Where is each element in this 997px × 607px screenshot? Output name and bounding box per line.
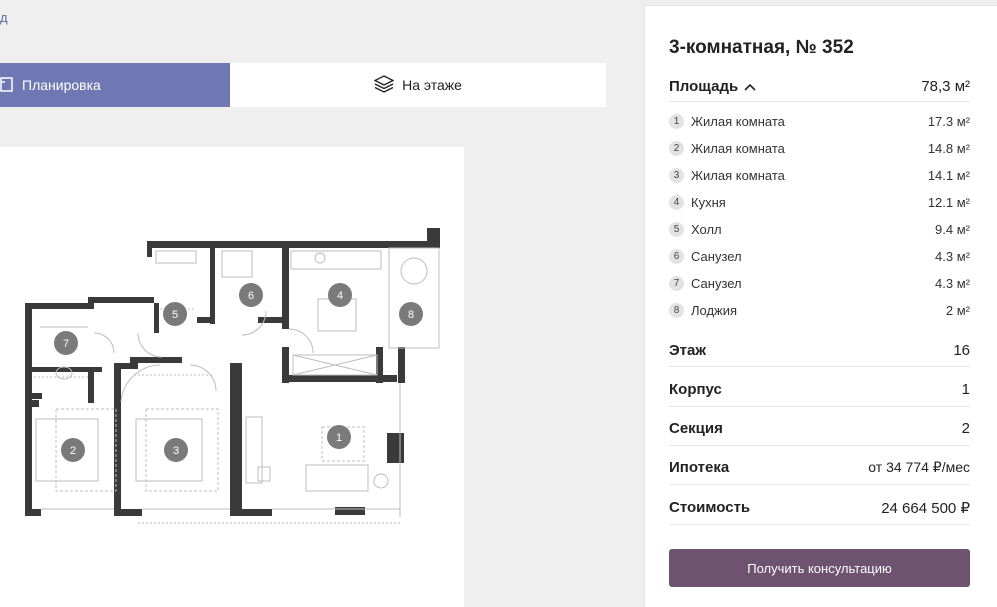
- room-item: 3 Жилая комната 14.1 м²: [669, 162, 970, 189]
- detail-label: Корпус: [669, 381, 722, 398]
- chevron-up-icon: [744, 78, 756, 95]
- room-num: 7: [669, 276, 684, 291]
- area-toggle[interactable]: Площадь 78,3 м²: [669, 72, 970, 102]
- get-consultation-button[interactable]: Получить консультацию: [669, 549, 970, 587]
- room-num: 3: [669, 168, 684, 183]
- room-marker-5-label: 5: [172, 309, 178, 321]
- detail-label: Стоимость: [669, 499, 751, 516]
- plan-icon: [0, 77, 14, 93]
- room-area: 2 м²: [945, 303, 970, 318]
- room-marker-6-label: 6: [248, 290, 254, 302]
- room-area: 4.3 м²: [935, 276, 970, 291]
- room-marker-2-label: 2: [70, 445, 76, 457]
- room-name: Холл: [691, 222, 722, 237]
- area-value: 78,3 м²: [921, 78, 970, 95]
- detail-row-price: Стоимость 24 664 500 ₽: [669, 491, 970, 525]
- room-marker-8-label: 8: [408, 309, 414, 321]
- room-num: 6: [669, 249, 684, 264]
- room-item: 5 Холл 9.4 м²: [669, 216, 970, 243]
- apartment-title: 3-комнатная, № 352: [669, 37, 854, 58]
- view-tabs: Планировка На этаже: [0, 63, 606, 107]
- apartment-info-panel: 3-комнатная, № 352 Площадь 78,3 м² 1 Жила…: [644, 5, 997, 607]
- tab-floor-label: На этаже: [402, 77, 462, 93]
- detail-row-floor: Этаж 16: [669, 334, 970, 367]
- room-item: 6 Санузел 4.3 м²: [669, 243, 970, 270]
- room-num: 8: [669, 303, 684, 318]
- room-item: 2 Жилая комната 14.8 м²: [669, 135, 970, 162]
- room-num: 1: [669, 114, 684, 129]
- detail-label: Ипотека: [669, 459, 730, 476]
- detail-label: Этаж: [669, 341, 706, 359]
- room-area: 9.4 м²: [935, 222, 970, 237]
- room-area: 4.3 м²: [935, 249, 970, 264]
- area-label: Площадь: [669, 78, 739, 95]
- floor-plan-drawing: 1 2 3 4 5 6 7 8: [25, 228, 440, 524]
- room-area: 14.8 м²: [927, 141, 970, 156]
- room-item: 1 Жилая комната 17.3 м²: [669, 108, 970, 135]
- room-area: 12.1 м²: [927, 195, 970, 210]
- room-marker-4-label: 4: [337, 290, 343, 302]
- room-area: 14.1 м²: [927, 168, 970, 183]
- back-link[interactable]: д: [0, 10, 8, 25]
- detail-row-mortgage: Ипотека от 34 774 ₽/мес: [669, 451, 970, 485]
- tab-plan[interactable]: Планировка: [0, 63, 230, 107]
- room-area: 17.3 м²: [927, 114, 970, 129]
- room-marker-7-label: 7: [63, 338, 69, 350]
- tab-floor[interactable]: На этаже: [230, 63, 606, 107]
- room-num: 5: [669, 222, 684, 237]
- room-name: Санузел: [691, 276, 742, 291]
- detail-value: 2: [961, 420, 970, 437]
- detail-row-building: Корпус 1: [669, 373, 970, 407]
- room-name: Кухня: [691, 195, 726, 210]
- layers-icon: [373, 74, 395, 96]
- room-item: 4 Кухня 12.1 м²: [669, 189, 970, 216]
- detail-row-section: Секция 2: [669, 412, 970, 446]
- room-item: 7 Санузел 4.3 м²: [669, 270, 970, 297]
- room-name: Лоджия: [691, 303, 738, 318]
- detail-value: от 34 774 ₽/мес: [868, 459, 970, 475]
- room-marker-3-label: 3: [173, 445, 179, 457]
- room-num: 4: [669, 195, 684, 210]
- detail-value: 24 664 500 ₽: [881, 499, 970, 517]
- detail-value: 1: [961, 381, 970, 398]
- room-name: Жилая комната: [691, 168, 785, 183]
- room-item: 8 Лоджия 2 м²: [669, 297, 970, 324]
- floor-plan: 1 2 3 4 5 6 7 8: [0, 147, 464, 607]
- room-num: 2: [669, 141, 684, 156]
- room-name: Жилая комната: [691, 114, 785, 129]
- tab-plan-label: Планировка: [22, 77, 101, 93]
- room-name: Жилая комната: [691, 141, 785, 156]
- room-name: Санузел: [691, 249, 742, 264]
- detail-label: Секция: [669, 420, 723, 437]
- detail-value: 16: [953, 341, 970, 359]
- room-marker-1-label: 1: [336, 432, 342, 444]
